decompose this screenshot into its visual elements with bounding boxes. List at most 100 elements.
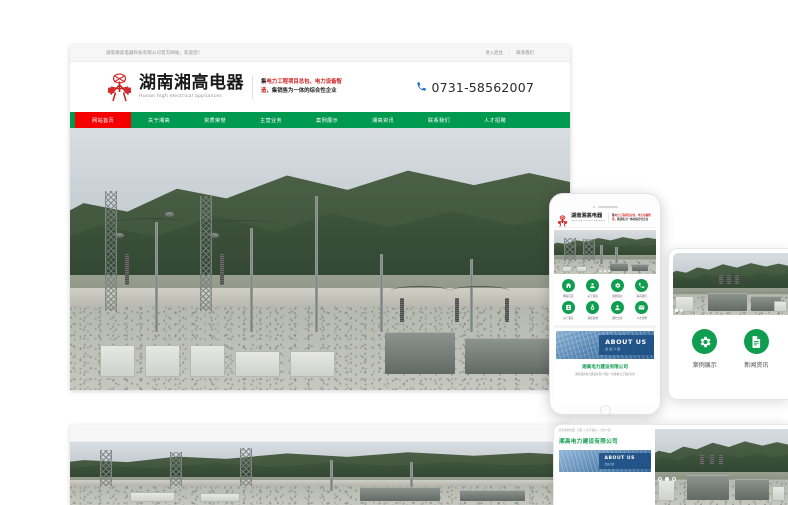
document-icon — [743, 329, 769, 354]
slider-dot[interactable] — [599, 269, 602, 272]
mobile-header-divider — [607, 213, 609, 223]
topbar-link-admin[interactable]: 进入后台 — [485, 50, 503, 56]
slider-dot[interactable] — [672, 477, 676, 481]
topbar-link-contact[interactable]: 联系我们 — [516, 50, 534, 56]
wide-left-column: 您当前的位置：首页 > 关于湘高 > 企业介绍 湘高电力建设有限公司 ABOUT… — [559, 429, 655, 505]
mobile-grid-item-contact[interactable]: 联系我们 — [630, 279, 655, 298]
mobile-grid-label: 服务支持 — [612, 317, 623, 320]
nav-item-home[interactable]: 网站首页 — [75, 112, 131, 128]
mobile-slogan-line-2: 造，集销售为一体的综合性企业 — [612, 218, 651, 222]
topbar-separator: | — [508, 50, 511, 56]
mobile-about-banner[interactable]: ABOUT US 企业介绍 — [556, 331, 654, 359]
home-button[interactable] — [599, 405, 611, 414]
mobile-grid-item-about[interactable]: 关于湘高 — [581, 279, 606, 298]
about-title-en: ABOUT US — [605, 337, 647, 346]
nav-item-contact[interactable]: 联系我们 — [411, 112, 467, 128]
slider-dot-active[interactable] — [603, 269, 607, 272]
mobile-logo-text: 湖南湘高电器 Hunan high electrical appliances — [571, 213, 605, 221]
logo-block[interactable]: 湖南湘高电器 Hunan high electrical appliances — [106, 72, 244, 102]
transformer — [360, 487, 440, 502]
nav-item-news[interactable]: 湘高资讯 — [355, 112, 411, 128]
gear-icon — [692, 329, 718, 354]
wide-hero-banner[interactable] — [655, 429, 788, 505]
insulator-stack — [125, 253, 129, 286]
about-overlay-panel: ABOUT US 企业介绍 — [599, 452, 651, 469]
header-divider — [252, 75, 253, 99]
phone-number: 0731-58562007 — [431, 79, 534, 95]
phone-round-icon — [635, 279, 649, 292]
wide-device-inner: 您当前的位置：首页 > 关于湘高 > 企业介绍 湘高电力建设有限公司 ABOUT… — [559, 429, 788, 505]
nav-item-business[interactable]: 主营业务 — [243, 112, 299, 128]
control-cabinet — [100, 345, 135, 377]
lattice-tower — [105, 190, 117, 312]
badge-icon — [561, 301, 575, 314]
substation-scene — [70, 128, 570, 390]
retaining-wall — [70, 480, 570, 487]
slider-dot[interactable] — [680, 309, 683, 312]
mobile-company-description: 湖南湘高电力建设有限公司是一家集电力工程总包的 — [575, 373, 635, 376]
mobile-grid-item-cases[interactable]: 案例展示 — [605, 279, 630, 298]
slider-dot[interactable] — [658, 477, 662, 481]
desktop-mockup-primary: 湖南湘高电器科技有限公司官方网站，欢迎您！ 进入后台 | 联系我们 湖南湘高电器… — [70, 45, 570, 390]
earpiece-grill — [597, 206, 618, 208]
nav-item-honors[interactable]: 资质荣誉 — [187, 112, 243, 128]
hero-banner[interactable] — [70, 128, 570, 390]
mobile-grid-label: 网站首页 — [563, 295, 574, 298]
page-title: 湘高电力建设有限公司 — [559, 438, 618, 445]
transformer — [686, 474, 730, 501]
lattice-tower — [582, 238, 595, 261]
mobile-grid-item-profile[interactable]: 关于湘高 — [556, 301, 581, 320]
nav-item-cases[interactable]: 案例展示 — [299, 112, 355, 128]
tablet-slider-dots[interactable] — [675, 309, 683, 312]
lattice-tower — [564, 237, 577, 261]
mobile-grid-label: 人才招聘 — [636, 317, 647, 320]
transformer — [734, 479, 770, 501]
mobile-slogan-highlight-1: 电力工程项目总包、电力设备智 — [614, 213, 651, 217]
about-title-en: ABOUT US — [604, 455, 635, 461]
top-utility-bar: 湖南湘高电器科技有限公司官方网站，欢迎您！ 进入后台 | 联系我们 — [70, 45, 570, 62]
mobile-hero-banner[interactable] — [554, 230, 656, 274]
mobile-grid-item-honors[interactable]: 资质荣誉 — [581, 301, 606, 320]
insulator-stack — [220, 253, 224, 286]
substation-scene-mobile — [554, 230, 656, 274]
overhead-wire — [110, 217, 190, 228]
wide-about-banner[interactable]: ABOUT US 企业介绍 — [559, 449, 651, 472]
header-phone[interactable]: 0731-58562007 — [416, 80, 534, 95]
slider-dot-active[interactable] — [665, 477, 669, 481]
slider-dot-active[interactable] — [675, 309, 678, 312]
slider-dot[interactable] — [608, 269, 611, 272]
mobile-slider-dots[interactable] — [554, 269, 656, 272]
home-icon — [561, 279, 575, 292]
nav-item-about[interactable]: 关于湘高 — [131, 112, 187, 128]
tablet-card-news[interactable]: 新闻资讯 — [743, 329, 769, 369]
mobile-grid-item-careers[interactable]: 人才招聘 — [630, 301, 655, 320]
mobile-grid-item-support[interactable]: 服务支持 — [605, 301, 630, 320]
mail-icon — [635, 301, 649, 314]
tablet-card-cases[interactable]: 案例展示 — [692, 329, 718, 369]
control-cabinet — [772, 486, 786, 502]
site-header: 湖南湘高电器 Hunan high electrical appliances … — [70, 62, 570, 112]
mobile-grid-item-home[interactable]: 网站首页 — [556, 279, 581, 298]
mobile-company-name: 湘高电力建设有限公司 — [582, 365, 628, 370]
logo-title-cn: 湖南湘高电器 — [139, 72, 244, 93]
steel-pole — [250, 227, 253, 333]
control-cabinet — [774, 300, 787, 312]
phone-home-area — [554, 405, 656, 414]
control-cabinet — [145, 345, 180, 377]
logo-text-block: 湖南湘高电器 Hunan high electrical appliances — [139, 72, 244, 100]
nav-item-careers[interactable]: 人才招聘 — [467, 112, 523, 128]
tablet-hero-banner[interactable] — [673, 253, 788, 315]
header-slogan: 集电力工程项目总包、电力设备智 造，集销售为一体的综合性企业 — [261, 78, 342, 96]
tablet-card-row: 案例展示 新闻资讯 — [673, 315, 788, 369]
support-icon — [610, 301, 624, 314]
insulator-stack — [719, 275, 723, 284]
control-cabinet — [290, 350, 335, 377]
substation-scene-2 — [70, 442, 570, 505]
wide-slider-dots[interactable] — [658, 477, 676, 481]
secondary-hero-image — [70, 442, 570, 505]
insulator-stack — [727, 275, 732, 284]
control-cabinet — [130, 491, 175, 502]
insulator-stack — [735, 275, 740, 284]
welcome-text: 湖南湘高电器科技有限公司官方网站，欢迎您！ — [106, 51, 203, 56]
insulator-stack — [718, 454, 723, 466]
